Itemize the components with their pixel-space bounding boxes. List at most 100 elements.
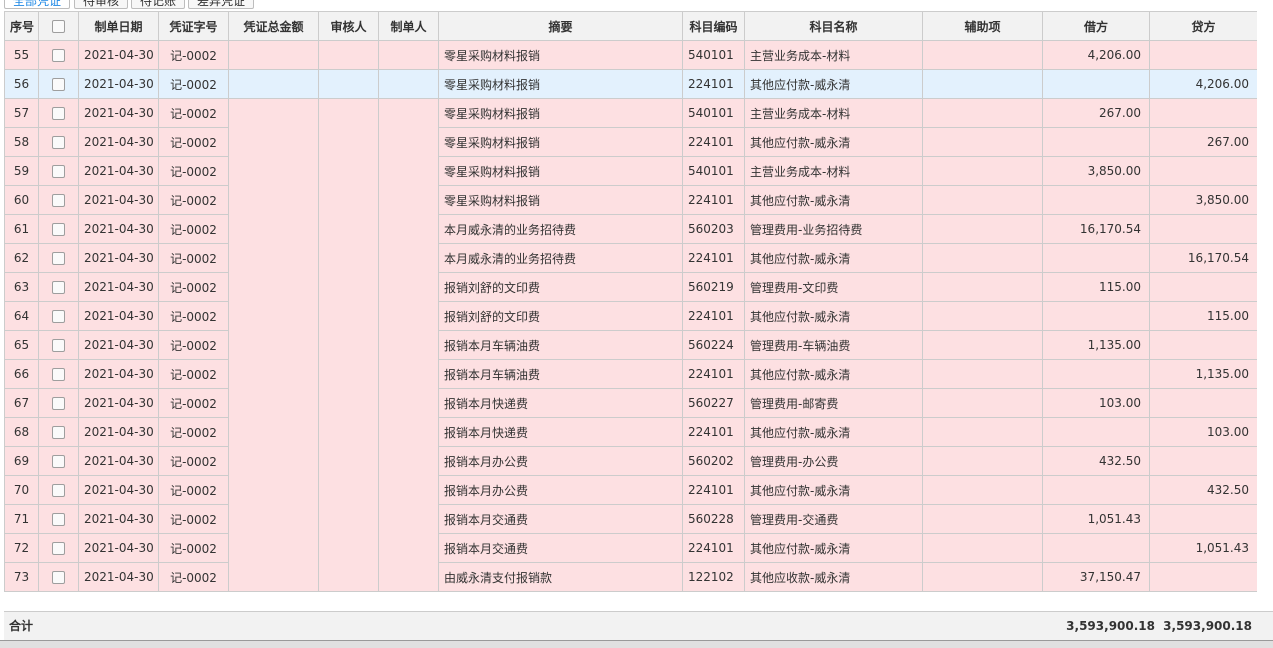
row-checkbox[interactable]: [52, 107, 65, 120]
table-row[interactable]: 60 2021-04-30 记-0002 零星采购材料报销 224101 其他应付款-威永…: [4, 185, 1258, 215]
col-aux[interactable]: 辅助项: [922, 11, 1043, 41]
col-summary[interactable]: 摘要: [438, 11, 683, 41]
row-checkbox-cell[interactable]: [38, 98, 79, 128]
table-row[interactable]: 65 2021-04-30 记-0002 报销本月车辆油费 560224 管理费用-车辆油…: [4, 330, 1258, 360]
col-reviewer[interactable]: 审核人: [318, 11, 379, 41]
table-row[interactable]: 61 2021-04-30 记-0002 本月威永清的业务招待费 560203 管理费用-…: [4, 214, 1258, 244]
row-checkbox[interactable]: [52, 397, 65, 410]
row-voucher-no[interactable]: 记-0002: [158, 301, 229, 331]
table-row[interactable]: 55 2021-04-30 记-0002 零星采购材料报销 540101 主营业务成本-材…: [4, 40, 1258, 70]
select-all-checkbox[interactable]: [52, 20, 65, 33]
col-debit[interactable]: 借方: [1042, 11, 1150, 41]
table-row[interactable]: 63 2021-04-30 记-0002 报销刘舒的文印费 560219 管理费用-文印费…: [4, 272, 1258, 302]
row-date: 2021-04-30: [78, 98, 159, 128]
row-checkbox[interactable]: [52, 426, 65, 439]
row-checkbox[interactable]: [52, 368, 65, 381]
row-checkbox-cell[interactable]: [38, 504, 79, 534]
col-select-all[interactable]: [38, 11, 79, 41]
table-row[interactable]: 57 2021-04-30 记-0002 零星采购材料报销 540101 主营业务成本-材…: [4, 98, 1258, 592]
row-checkbox[interactable]: [52, 49, 65, 62]
tab-difference-vouchers[interactable]: 差异凭证: [188, 0, 255, 9]
row-checkbox[interactable]: [52, 252, 65, 265]
row-checkbox[interactable]: [52, 513, 65, 526]
row-checkbox-cell[interactable]: [38, 388, 79, 418]
tab-all-vouchers[interactable]: 全部凭证: [4, 0, 71, 9]
table-row[interactable]: 73 2021-04-30 记-0002 由威永清支付报销款 122102 其他应收款-威…: [4, 562, 1258, 592]
row-checkbox-cell[interactable]: [38, 475, 79, 505]
row-voucher-no[interactable]: 记-0002: [158, 504, 229, 534]
row-voucher-no[interactable]: 记-0002: [158, 475, 229, 505]
row-checkbox[interactable]: [52, 455, 65, 468]
row-checkbox[interactable]: [52, 571, 65, 584]
row-voucher-no[interactable]: 记-0002: [158, 533, 229, 563]
row-checkbox-cell[interactable]: [38, 40, 79, 70]
table-row[interactable]: 71 2021-04-30 记-0002 报销本月交通费 560228 管理费用-交通费 1…: [4, 504, 1258, 534]
row-voucher-no[interactable]: 记-0002: [158, 156, 229, 186]
row-checkbox[interactable]: [52, 78, 65, 91]
col-maker[interactable]: 制单人: [378, 11, 439, 41]
col-voucher-no[interactable]: 凭证字号: [158, 11, 229, 41]
row-checkbox-cell[interactable]: [38, 243, 79, 273]
row-checkbox[interactable]: [52, 223, 65, 236]
col-total-amount[interactable]: 凭证总金额: [228, 11, 319, 41]
col-account-name[interactable]: 科目名称: [744, 11, 923, 41]
row-voucher-no[interactable]: 记-0002: [158, 417, 229, 447]
row-date: 2021-04-30: [78, 446, 159, 476]
table-row[interactable]: 68 2021-04-30 记-0002 报销本月快递费 224101 其他应付款-威永清…: [4, 417, 1258, 447]
row-voucher-no[interactable]: 记-0002: [158, 243, 229, 273]
row-checkbox[interactable]: [52, 136, 65, 149]
tab-pending-review[interactable]: 待审核: [74, 0, 129, 9]
row-checkbox[interactable]: [52, 165, 65, 178]
row-checkbox-cell[interactable]: [38, 446, 79, 476]
row-debit: [1042, 127, 1150, 157]
row-checkbox-cell[interactable]: [38, 214, 79, 244]
tab-pending-posting[interactable]: 待记账: [131, 0, 186, 9]
row-seq: 60: [4, 185, 39, 215]
row-checkbox[interactable]: [52, 484, 65, 497]
row-voucher-no[interactable]: 记-0002: [158, 359, 229, 389]
row-voucher-no[interactable]: 记-0002: [158, 562, 229, 592]
col-credit[interactable]: 贷方: [1149, 11, 1258, 41]
row-voucher-no[interactable]: 记-0002: [158, 185, 229, 215]
row-voucher-no[interactable]: 记-0002: [158, 330, 229, 360]
table-row[interactable]: 56 2021-04-30 记-0002 零星采购材料报销 224101 其他应付款-威永…: [4, 69, 1258, 99]
row-checkbox-cell[interactable]: [38, 562, 79, 592]
table-row[interactable]: 58 2021-04-30 记-0002 零星采购材料报销 224101 其他应付款-威永…: [4, 127, 1258, 157]
row-checkbox[interactable]: [52, 310, 65, 323]
row-checkbox[interactable]: [52, 339, 65, 352]
row-voucher-no[interactable]: 记-0002: [158, 40, 229, 70]
row-voucher-no[interactable]: 记-0002: [158, 69, 229, 99]
row-checkbox-cell[interactable]: [38, 156, 79, 186]
row-checkbox-cell[interactable]: [38, 330, 79, 360]
table-row[interactable]: 69 2021-04-30 记-0002 报销本月办公费 560202 管理费用-办公费 4…: [4, 446, 1258, 476]
row-checkbox[interactable]: [52, 194, 65, 207]
table-row[interactable]: 59 2021-04-30 记-0002 零星采购材料报销 540101 主营业务成本-材…: [4, 156, 1258, 186]
row-checkbox-cell[interactable]: [38, 127, 79, 157]
col-seq[interactable]: 序号: [4, 11, 39, 41]
table-row[interactable]: 62 2021-04-30 记-0002 本月威永清的业务招待费 224101 其他应付款…: [4, 243, 1258, 273]
row-voucher-no[interactable]: 记-0002: [158, 272, 229, 302]
row-checkbox[interactable]: [52, 281, 65, 294]
table-row[interactable]: 64 2021-04-30 记-0002 报销刘舒的文印费 224101 其他应付款-威永…: [4, 301, 1258, 331]
row-voucher-no[interactable]: 记-0002: [158, 446, 229, 476]
row-voucher-no[interactable]: 记-0002: [158, 98, 229, 128]
row-checkbox-cell[interactable]: [38, 533, 79, 563]
row-voucher-no[interactable]: 记-0002: [158, 214, 229, 244]
row-checkbox[interactable]: [52, 542, 65, 555]
row-checkbox-cell[interactable]: [38, 272, 79, 302]
row-checkbox-cell[interactable]: [38, 359, 79, 389]
table-row[interactable]: 66 2021-04-30 记-0002 报销本月车辆油费 224101 其他应付款-威永…: [4, 359, 1258, 389]
col-date[interactable]: 制单日期: [78, 11, 159, 41]
row-voucher-no[interactable]: 记-0002: [158, 127, 229, 157]
row-checkbox-cell[interactable]: [38, 185, 79, 215]
table-row[interactable]: 72 2021-04-30 记-0002 报销本月交通费 224101 其他应付款-威永清…: [4, 533, 1258, 563]
row-checkbox-cell[interactable]: [38, 301, 79, 331]
col-account-code[interactable]: 科目编码: [682, 11, 745, 41]
row-checkbox-cell[interactable]: [38, 417, 79, 447]
table-row[interactable]: 70 2021-04-30 记-0002 报销本月办公费 224101 其他应付款-威永清…: [4, 475, 1258, 505]
horizontal-scrollbar[interactable]: [0, 640, 1273, 648]
row-voucher-no[interactable]: 记-0002: [158, 388, 229, 418]
row-account-code: 540101: [682, 98, 745, 128]
table-row[interactable]: 67 2021-04-30 记-0002 报销本月快递费 560227 管理费用-邮寄费 1…: [4, 388, 1258, 418]
row-checkbox-cell[interactable]: [38, 69, 79, 99]
